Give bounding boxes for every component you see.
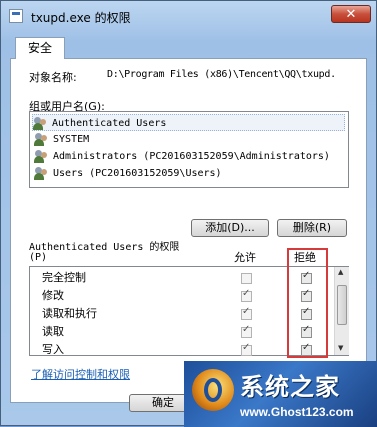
permissions-window: txupd.exe 的权限 ✕ 安全 对象名称: D:\Program File… [0, 0, 377, 427]
permission-row-write: 写入 [42, 341, 64, 359]
scroll-up-icon[interactable]: ▲ [338, 268, 343, 276]
user-name: Users (PC201603152059\Users) [53, 168, 222, 179]
user-group-icon [34, 166, 50, 180]
scroll-thumb[interactable] [337, 285, 347, 325]
object-name-label: 对象名称: [29, 71, 77, 84]
remove-button[interactable]: 删除(R) [277, 219, 347, 237]
permission-name: 读取和执行 [42, 307, 97, 320]
user-name: Administrators (PC201603152059\Administr… [53, 151, 330, 162]
add-button[interactable]: 添加(D)... [191, 219, 269, 237]
access-control-help-link[interactable]: 了解访问控制和权限 [31, 366, 130, 382]
allow-column-header: 允许 [234, 251, 256, 264]
permission-row-read: 读取 [42, 323, 64, 341]
permissions-title: Authenticated Users 的权限 [29, 242, 180, 253]
allow-checkbox[interactable] [241, 306, 252, 320]
allow-checkbox[interactable] [241, 342, 252, 356]
user-list[interactable]: Authenticated Users SYSTEM Administrator… [29, 111, 349, 188]
permission-row-full-control: 完全控制 [42, 269, 86, 287]
permission-row-read-execute: 读取和执行 [42, 305, 97, 323]
scroll-down-icon[interactable]: ▼ [338, 344, 343, 352]
permissions-scrollbar[interactable]: ▲ ▼ [334, 267, 349, 355]
permission-name: 读取 [42, 325, 64, 338]
watermark-url: www.Ghost123.com [240, 405, 354, 419]
permission-name: 完全控制 [42, 271, 86, 284]
allow-checkbox[interactable] [241, 273, 252, 284]
user-list-item-users[interactable]: Users (PC201603152059\Users) [34, 165, 222, 182]
permissions-title-suffix: (P) [29, 252, 48, 263]
deny-highlight-box [287, 248, 328, 358]
user-group-icon [34, 149, 50, 163]
permission-name: 写入 [42, 343, 64, 356]
user-group-icon [33, 116, 49, 130]
close-button[interactable]: ✕ [331, 5, 371, 23]
user-name: Authenticated Users [52, 118, 167, 129]
window-title: txupd.exe 的权限 [31, 11, 131, 25]
permission-row-modify: 修改 [42, 287, 64, 305]
object-name-value: D:\Program Files (x86)\Tencent\QQ\txupd. [107, 69, 336, 80]
user-list-item-system[interactable]: SYSTEM [34, 131, 89, 148]
app-icon [9, 9, 23, 23]
permission-name: 修改 [42, 289, 64, 302]
title-bar: txupd.exe 的权限 ✕ [1, 1, 376, 31]
user-group-icon [34, 132, 50, 146]
watermark: 系统之家 www.Ghost123.com [184, 361, 377, 427]
watermark-title: 系统之家 [240, 372, 340, 401]
watermark-logo-icon [192, 369, 234, 411]
user-list-item-administrators[interactable]: Administrators (PC201603152059\Administr… [34, 148, 330, 165]
user-list-item-authenticated-users[interactable]: Authenticated Users [32, 114, 345, 131]
allow-checkbox[interactable] [241, 324, 252, 338]
tab-security[interactable]: 安全 [15, 37, 65, 59]
allow-checkbox[interactable] [241, 288, 252, 302]
user-name: SYSTEM [53, 134, 90, 145]
